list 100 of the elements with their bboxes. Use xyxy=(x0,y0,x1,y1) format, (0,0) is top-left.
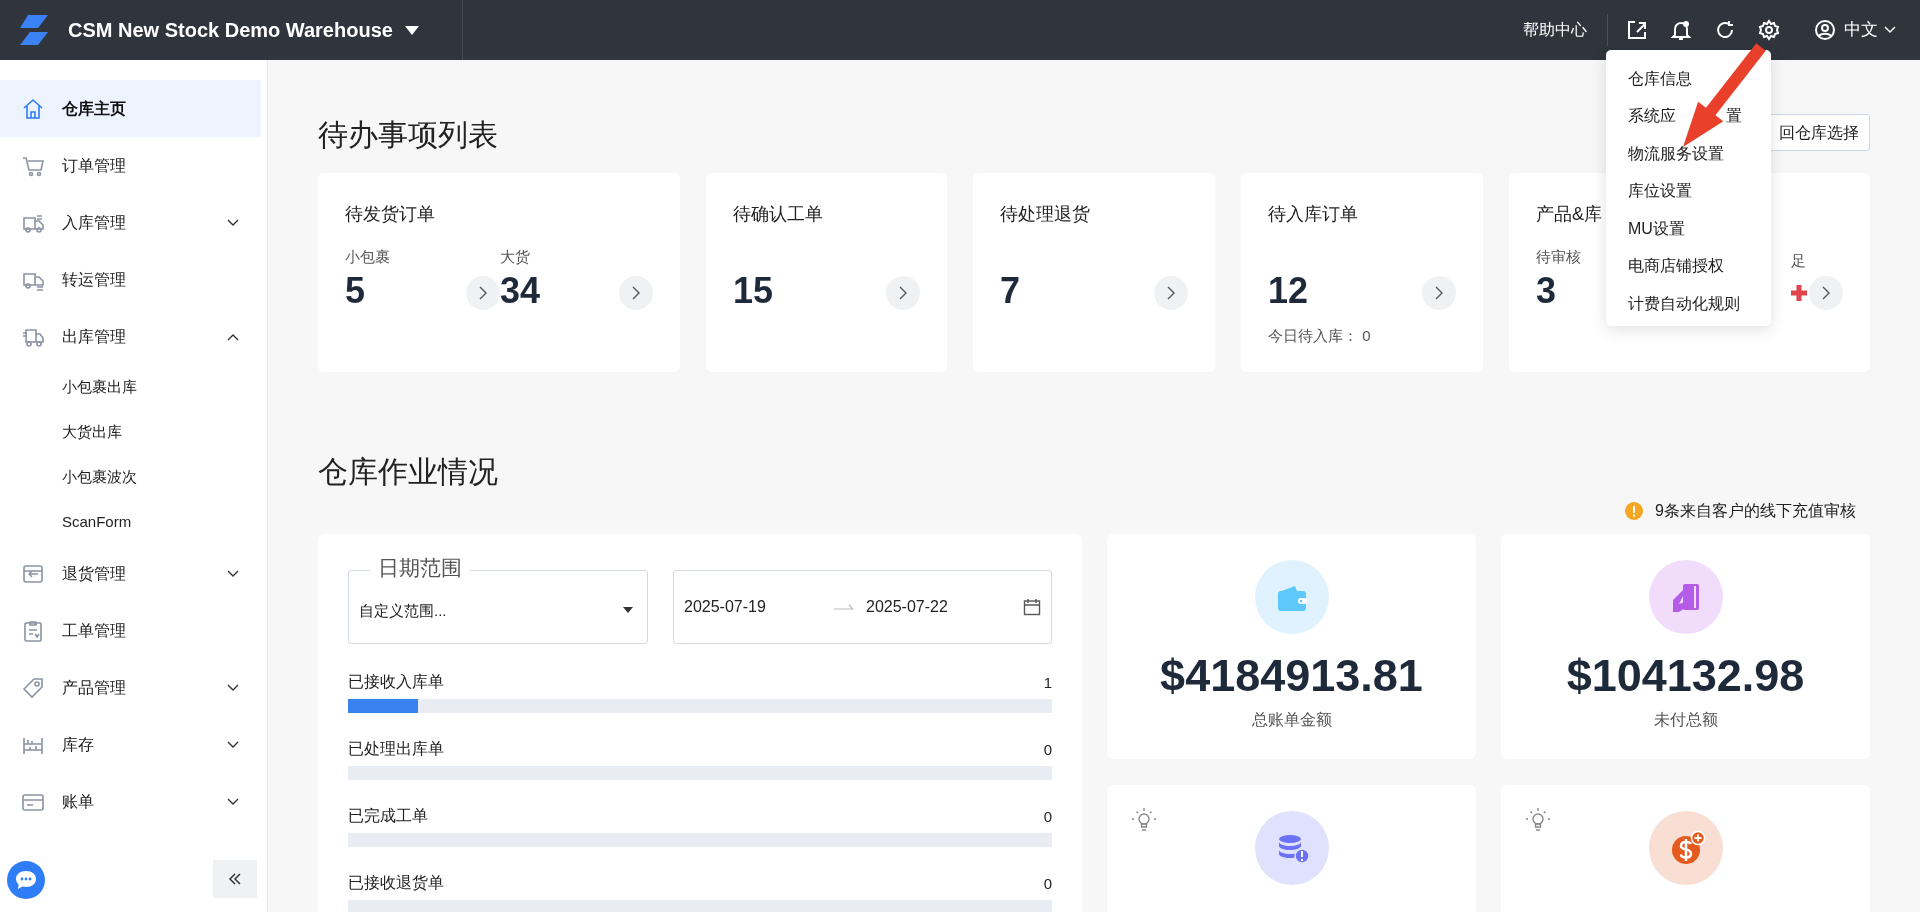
chevron-right-button[interactable] xyxy=(619,276,653,310)
chevron-right-icon xyxy=(1822,286,1830,300)
menu-item[interactable]: 计费自动化规则 xyxy=(1606,285,1771,323)
metric-value[interactable]: 15 xyxy=(733,267,774,315)
metric-value[interactable]: 34 xyxy=(500,267,541,315)
chevron-down-icon xyxy=(227,218,239,227)
card-note: 今日待入库： 0 xyxy=(1268,326,1372,346)
chevron-down-icon[interactable] xyxy=(1884,26,1896,34)
chevron-right-button[interactable] xyxy=(1809,276,1843,310)
help-center-link[interactable]: 帮助中心 xyxy=(1523,18,1587,42)
todo-card[interactable]: 待入库订单 12 今日待入库： 0 xyxy=(1241,173,1483,372)
menu-item[interactable]: 电商店铺授权 xyxy=(1606,247,1771,285)
caret-icon[interactable] xyxy=(404,25,419,35)
chevron-right-icon xyxy=(632,286,640,300)
warning-icon xyxy=(1625,502,1644,520)
home-icon xyxy=(22,97,44,120)
date-range-picker[interactable]: 2025-07-19 2025-07-22 xyxy=(673,570,1052,644)
card-in-hand-icon xyxy=(1648,560,1723,634)
chevron-right-button[interactable] xyxy=(466,276,500,310)
chevron-right-icon xyxy=(479,286,487,300)
refresh-icon[interactable] xyxy=(1714,19,1736,41)
caret-icon xyxy=(623,607,633,613)
sidebar-subitem[interactable]: 小包裹波次 xyxy=(0,455,261,500)
amount-label: 未付总额 xyxy=(1653,710,1718,730)
chevron-right-button[interactable] xyxy=(1154,276,1188,310)
bell-icon[interactable] xyxy=(1670,19,1692,41)
todo-card[interactable]: 待处理退货 7 xyxy=(973,173,1215,372)
sidebar-item[interactable]: 库存 xyxy=(0,716,261,773)
chevron-right-button[interactable] xyxy=(886,276,920,310)
collapse-sidebar-button[interactable] xyxy=(213,860,257,898)
metric-value[interactable]: 5 xyxy=(345,267,366,315)
sidebar-subitem[interactable]: ScanForm xyxy=(0,500,261,545)
amount-label: 总账单金额 xyxy=(1251,710,1332,730)
sidebar-item[interactable]: 入库管理 xyxy=(0,194,261,251)
double-chevron-left-icon xyxy=(228,873,242,885)
chevron-up-icon xyxy=(227,332,239,341)
sidebar-item[interactable]: 工单管理 xyxy=(0,602,261,659)
amount-value: $104132.98 xyxy=(1566,650,1805,702)
section-title: 仓库作业情况 xyxy=(318,454,499,490)
progress-label: 已处理出库单 xyxy=(348,739,444,759)
dollar-plus-icon xyxy=(1648,811,1723,885)
chevron-right-icon xyxy=(1167,286,1175,300)
metric-label: 大货 xyxy=(500,247,530,267)
menu-item[interactable]: MU设置 xyxy=(1606,210,1771,248)
chevron-right-icon xyxy=(1435,286,1443,300)
calendar-icon[interactable] xyxy=(1023,598,1041,616)
clipboard-icon xyxy=(22,619,44,642)
progress-label: 已接收退货单 xyxy=(348,873,444,893)
card-title: 待入库订单 xyxy=(1268,203,1359,226)
cart-icon xyxy=(22,154,44,177)
progress-count: 0 xyxy=(1043,873,1052,894)
warehouse-name[interactable]: CSM New Stock Demo Warehouse xyxy=(68,15,393,45)
share-icon[interactable] xyxy=(1626,19,1648,41)
card-title: 待处理退货 xyxy=(1000,203,1091,226)
field-legend: 日期范围 xyxy=(370,555,470,581)
chat-button[interactable] xyxy=(7,861,45,899)
start-date[interactable]: 2025-07-19 xyxy=(684,595,834,619)
lightbulb-icon[interactable] xyxy=(1525,807,1551,833)
chevron-down-icon xyxy=(227,740,239,749)
end-date[interactable]: 2025-07-22 xyxy=(866,595,948,619)
metric-value[interactable]: 7 xyxy=(1000,267,1021,315)
progress-label: 已完成工单 xyxy=(348,806,428,826)
section-title: 待办事项列表 xyxy=(318,117,498,153)
logo-icon xyxy=(18,15,50,45)
card-title: 待发货订单 xyxy=(345,203,436,226)
menu-item[interactable]: 仓库信息 xyxy=(1606,60,1771,98)
return-box-icon xyxy=(22,562,44,585)
sidebar-item[interactable]: 订单管理 xyxy=(0,137,261,194)
sidebar-item[interactable]: 转运管理 xyxy=(0,251,261,308)
tag-icon xyxy=(22,676,44,699)
progress-count: 0 xyxy=(1043,739,1052,760)
sidebar-subitem[interactable]: 小包裹出库 xyxy=(0,365,261,410)
metric-value[interactable]: 12 xyxy=(1268,267,1309,315)
metric-label: 待审核 xyxy=(1536,247,1581,267)
progress-count: 0 xyxy=(1043,806,1052,827)
plus-icon xyxy=(1791,285,1807,301)
settings-icon[interactable] xyxy=(1758,19,1780,41)
user-icon[interactable] xyxy=(1814,19,1836,41)
metric-label: 小包裹 xyxy=(345,247,390,267)
todo-card[interactable]: 待发货订单 小包裹 5 大货 34 xyxy=(318,173,680,372)
progress-label: 已接收入库单 xyxy=(348,672,444,692)
wallet-icon xyxy=(1254,560,1329,634)
sidebar-item[interactable]: 出库管理 xyxy=(0,308,261,365)
sidebar-item[interactable]: 产品管理 xyxy=(0,659,261,716)
metric-label: 足 xyxy=(1791,251,1806,271)
language-selector[interactable]: 中文 xyxy=(1844,17,1878,43)
todo-card[interactable]: 待确认工单 15 xyxy=(706,173,947,372)
lightbulb-icon[interactable] xyxy=(1131,807,1157,833)
chat-bubble-icon xyxy=(15,870,37,890)
notice-text[interactable]: 9条来自客户的线下充值审核 xyxy=(1655,499,1856,523)
chevron-right-button[interactable] xyxy=(1422,276,1456,310)
chevron-down-icon xyxy=(227,683,239,692)
database-alert-icon xyxy=(1254,811,1329,885)
sidebar-item[interactable]: 账单 xyxy=(0,773,261,830)
sidebar-item[interactable]: 仓库主页 xyxy=(0,80,261,137)
sidebar-subitem[interactable]: 大货出库 xyxy=(0,410,261,455)
menu-item[interactable]: 库位设置 xyxy=(1606,172,1771,210)
metric-value[interactable]: 3 xyxy=(1536,267,1557,315)
card-title: 产品&库 xyxy=(1536,203,1603,226)
sidebar-item[interactable]: 退货管理 xyxy=(0,545,261,602)
